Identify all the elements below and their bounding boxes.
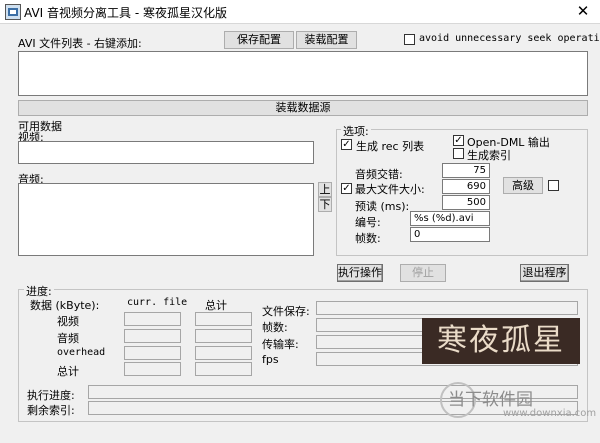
frames-progress-label: 帧数: — [262, 321, 288, 334]
window-title: AVI 音视频分离工具 - 寒夜孤星汉化版 — [24, 6, 227, 20]
avoid-seek-label: avoid unnecessary seek operations — [419, 33, 600, 44]
opendml-checkbox[interactable]: ✓ — [453, 135, 464, 146]
preload-input[interactable]: 500 — [442, 195, 490, 210]
execute-button[interactable]: 执行操作 — [337, 264, 383, 282]
frames-input[interactable]: 0 — [410, 227, 490, 242]
total-total-field — [195, 362, 252, 376]
close-button[interactable]: ✕ — [566, 0, 600, 23]
fps-label: fps — [262, 353, 279, 366]
row-video-label: 视频 — [57, 315, 79, 328]
file-save-field — [316, 301, 578, 315]
curr-file-header: curr. file — [127, 297, 188, 308]
gen-index-checkbox[interactable] — [453, 148, 464, 159]
transfer-rate-label: 传输率: — [262, 338, 299, 351]
app-icon — [5, 4, 21, 20]
max-file-size-input[interactable]: 690 — [442, 179, 490, 194]
load-source-button[interactable]: 装载数据源 — [18, 100, 588, 116]
advanced-checkbox[interactable] — [548, 180, 559, 191]
numbering-input[interactable]: %s (%d).avi — [410, 211, 490, 226]
row-overhead-label: overhead — [57, 347, 106, 358]
total-curr-field — [124, 362, 181, 376]
data-kbyte-label: 数据 (kByte): — [30, 299, 100, 312]
options-title: 选项: — [341, 123, 371, 139]
row-audio-label: 音频 — [57, 332, 79, 345]
audio-total-field — [195, 329, 252, 343]
preload-label: 预读 (ms): — [355, 200, 410, 213]
advanced-button[interactable]: 高级 — [503, 177, 543, 194]
video-curr-field — [124, 312, 181, 326]
remaining-index-label: 剩余索引: — [27, 404, 75, 417]
file-save-label: 文件保存: — [262, 305, 310, 318]
move-down-button[interactable]: 下 — [318, 197, 332, 212]
audio-curr-field — [124, 329, 181, 343]
overhead-curr-field — [124, 346, 181, 360]
audio-list[interactable] — [18, 183, 314, 256]
audio-interleave-input[interactable]: 75 — [442, 163, 490, 178]
save-config-button[interactable]: 保存配置 — [224, 31, 294, 49]
gen-rec-checkbox[interactable]: ✓ — [341, 139, 352, 150]
max-file-size-checkbox[interactable]: ✓ — [341, 183, 352, 194]
frames-label: 帧数: — [355, 232, 381, 245]
video-list[interactable] — [18, 141, 314, 164]
file-list-label: AVI 文件列表 - 右键添加: — [18, 37, 142, 50]
load-config-button[interactable]: 装载配置 — [296, 31, 357, 49]
gen-index-label: 生成索引 — [467, 149, 511, 162]
move-up-button[interactable]: 上 — [318, 182, 332, 197]
exit-button[interactable]: 退出程序 — [520, 264, 569, 282]
gen-rec-label: 生成 rec 列表 — [356, 140, 425, 153]
watermark-site: 当下软件园 — [448, 390, 533, 410]
watermark-logo: 寒夜孤星 — [422, 318, 580, 364]
exec-progress-label: 执行进度: — [27, 389, 75, 402]
row-total-label: 总计 — [57, 365, 79, 378]
avi-file-list[interactable] — [18, 51, 588, 96]
avoid-seek-checkbox[interactable] — [404, 34, 415, 45]
watermark-url: www.downxia.com — [503, 408, 597, 419]
total-header: 总计 — [205, 299, 227, 312]
video-total-field — [195, 312, 252, 326]
numbering-label: 编号: — [355, 216, 381, 229]
overhead-total-field — [195, 346, 252, 360]
stop-button[interactable]: 停止 — [400, 264, 446, 282]
max-file-size-label: 最大文件大小: — [355, 183, 425, 196]
audio-interleave-label: 音频交错: — [355, 168, 403, 181]
